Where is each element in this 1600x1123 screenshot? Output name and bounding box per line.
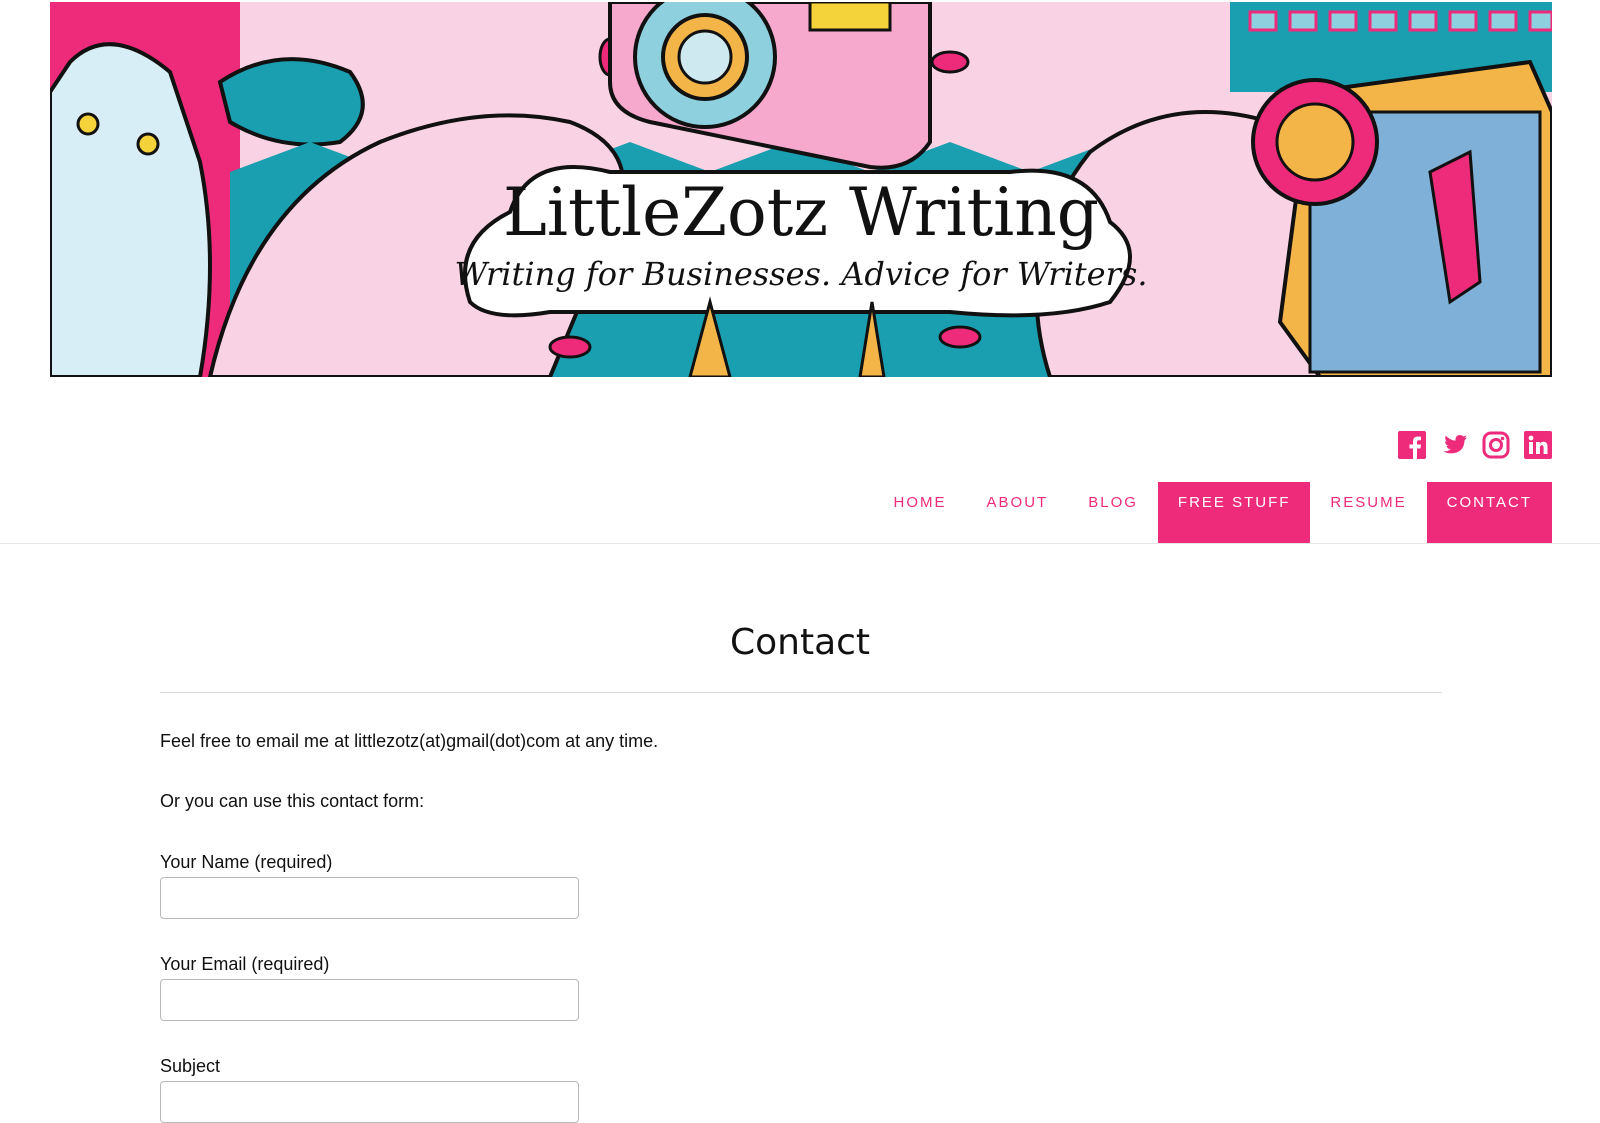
- form-intro-text: Or you can use this contact form:: [160, 791, 425, 811]
- nav-blog[interactable]: BLOG: [1068, 482, 1158, 543]
- email-intro-text: Feel free to email me at littlezotz(at)g…: [160, 731, 659, 751]
- title-divider: [160, 692, 1442, 693]
- name-field[interactable]: [160, 877, 579, 919]
- twitter-icon[interactable]: [1440, 431, 1468, 459]
- site-tagline: Writing for Businesses. Advice for Write…: [454, 255, 1148, 293]
- nav-free-stuff[interactable]: FREE STUFF: [1157, 482, 1311, 543]
- subject-label: Subject: [160, 1056, 221, 1076]
- nav-home[interactable]: HOME: [874, 482, 967, 543]
- email-label: Your Email (required): [160, 954, 330, 974]
- page-title: Contact: [729, 622, 871, 663]
- name-label: Your Name (required): [160, 852, 333, 872]
- nav-resume[interactable]: RESUME: [1310, 482, 1426, 543]
- nav-about[interactable]: ABOUT: [967, 482, 1069, 543]
- header-banner: LittleZotz Writing Writing for Businesse…: [50, 2, 1552, 377]
- linkedin-icon[interactable]: [1524, 431, 1552, 459]
- facebook-icon[interactable]: [1398, 431, 1426, 459]
- nav-divider: [0, 543, 1600, 544]
- main-nav: HOME ABOUT BLOG FREE STUFF RESUME CONTAC…: [874, 482, 1552, 543]
- instagram-icon[interactable]: [1482, 431, 1510, 459]
- social-links: [1398, 431, 1552, 459]
- email-field[interactable]: [160, 979, 579, 1021]
- subject-field[interactable]: [160, 1081, 579, 1123]
- nav-contact[interactable]: CONTACT: [1426, 482, 1552, 543]
- site-title[interactable]: LittleZotz Writing: [50, 180, 1552, 246]
